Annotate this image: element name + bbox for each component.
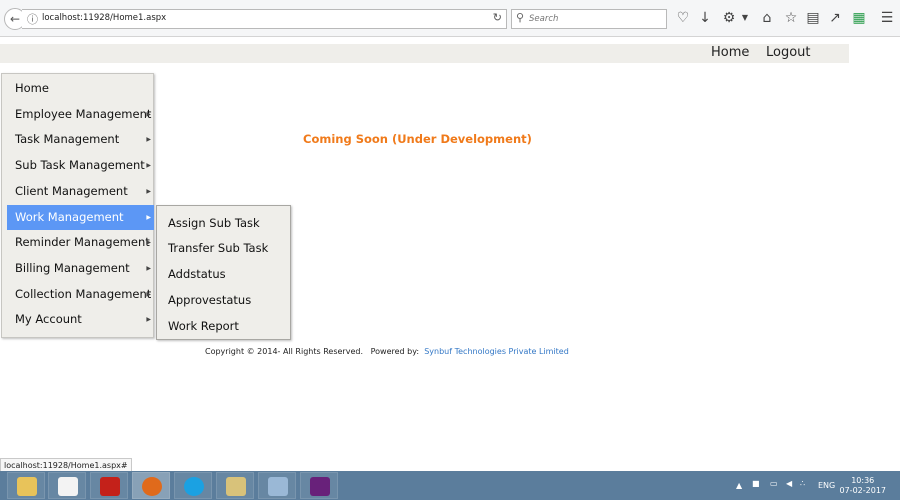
menu-item-work-management[interactable]: Work Management ▶ — [7, 204, 154, 230]
submenu-item-assign-sub-task[interactable]: Assign Sub Task — [168, 216, 260, 230]
menu-item-label: Sub Task Management — [15, 158, 145, 173]
menu-item-label: My Account — [15, 312, 82, 327]
taskbar-paint[interactable] — [258, 472, 296, 499]
menu-item-reminder-management[interactable]: Reminder Management ▶ — [7, 230, 154, 255]
chevron-right-icon: ▶ — [146, 187, 151, 195]
menu-item-label: Work Management — [15, 209, 124, 224]
file-explorer-icon — [17, 477, 37, 496]
submenu-item-transfer-sub-task[interactable]: Transfer Sub Task — [168, 241, 268, 255]
search-icon: ⚲ — [516, 11, 525, 24]
coming-soon-message: Coming Soon (Under Development) — [303, 132, 532, 146]
firefox-icon — [142, 477, 162, 496]
reload-icon[interactable]: ↻ — [493, 11, 502, 24]
submenu-item-work-report[interactable]: Work Report — [168, 319, 239, 333]
download-icon[interactable]: ↓ — [696, 9, 714, 27]
visual-studio-icon — [310, 477, 330, 496]
chevron-right-icon: ▶ — [146, 110, 151, 118]
taskbar-firefox[interactable] — [132, 472, 170, 499]
menu-item-billing-management[interactable]: Billing Management ▶ — [7, 256, 154, 281]
taskbar-skype[interactable] — [174, 472, 212, 499]
clock-date: 07-02-2017 — [839, 486, 887, 495]
url-text: localhost:11928/Home1.aspx — [42, 13, 167, 23]
work-management-submenu: Assign Sub Task Transfer Sub Task Addsta… — [156, 205, 291, 340]
copyright-text: Copyright © 2014- All Rights Reserved. — [205, 347, 363, 356]
menu-icon[interactable]: ☰ — [878, 9, 896, 27]
bookmark-star-icon[interactable]: ☆ — [782, 9, 800, 27]
menu-item-home[interactable]: Home — [7, 76, 154, 101]
browser-toolbar: ← ⓘ localhost:11928/Home1.aspx ↻ ⚲ Searc… — [0, 0, 900, 37]
menu-item-employee-management[interactable]: Employee Management ▶ — [7, 102, 154, 127]
chevron-right-icon: ▶ — [146, 136, 151, 144]
tray-app-icon[interactable]: ■ — [752, 479, 760, 488]
home-icon[interactable]: ⌂ — [758, 9, 776, 27]
chevron-right-icon: ▶ — [146, 162, 151, 170]
taskbar-visual-studio[interactable] — [300, 472, 338, 499]
menu-item-client-management[interactable]: Client Management ▶ — [7, 179, 154, 204]
clipboard-icon[interactable]: ▤ — [804, 9, 822, 27]
address-bar[interactable]: ⓘ localhost:11928/Home1.aspx ↻ — [22, 9, 507, 29]
dropdown-icon[interactable]: ▼ — [736, 9, 754, 27]
tray-expand-icon[interactable]: ▲ — [736, 481, 742, 490]
powered-by-text: Powered by: — [370, 347, 420, 356]
company-link[interactable]: Synbuf Technologies Private Limited — [424, 347, 569, 356]
footer: Copyright © 2014- All Rights Reserved. P… — [205, 347, 569, 356]
menu-item-label: Collection Management — [15, 286, 152, 301]
search-box[interactable]: ⚲ Search — [511, 9, 667, 29]
taskbar-file-explorer[interactable] — [7, 472, 45, 499]
pocket-icon[interactable]: ♡ — [674, 9, 692, 27]
menu-item-collection-management[interactable]: Collection Management ▶ — [7, 282, 154, 307]
taskbar-pdf-reader[interactable] — [90, 472, 128, 499]
info-icon[interactable]: ⓘ — [27, 11, 38, 27]
clock-time: 10:36 — [851, 476, 875, 485]
volume-icon[interactable]: ◀ — [786, 479, 792, 488]
menu-item-label: Billing Management — [15, 260, 130, 275]
clock[interactable]: 10:36 07-02-2017 — [840, 476, 887, 496]
menu-item-task-management[interactable]: Task Management ▶ — [7, 127, 154, 152]
chevron-right-icon: ▶ — [146, 213, 151, 221]
submenu-item-addstatus[interactable]: Addstatus — [168, 267, 226, 281]
system-tray: ▲ ■ ▭ ◀ ∴ ENG 10:36 07-02-2017 — [730, 471, 900, 500]
taskbar-tools[interactable] — [216, 472, 254, 499]
network-icon[interactable]: ∴ — [800, 479, 805, 488]
chevron-right-icon: ▶ — [146, 264, 151, 272]
menu-item-my-account[interactable]: My Account ▶ — [7, 307, 154, 332]
search-placeholder: Search — [529, 14, 559, 24]
menu-item-label: Home — [15, 81, 49, 95]
taskbar: ▲ ■ ▭ ◀ ∴ ENG 10:36 07-02-2017 — [0, 471, 900, 500]
nav-logout-link[interactable]: Logout — [766, 45, 811, 60]
menu-item-label: Reminder Management — [15, 235, 150, 250]
skype-icon — [184, 477, 204, 496]
pdf-reader-icon — [100, 477, 120, 496]
menu-item-label: Employee Management — [15, 106, 152, 121]
site-header: Home Logout — [0, 44, 849, 63]
nav-home-link[interactable]: Home — [711, 45, 749, 60]
chevron-right-icon: ▶ — [146, 290, 151, 298]
menu-item-sub-task-management[interactable]: Sub Task Management ▶ — [7, 153, 154, 178]
menu-item-label: Client Management — [15, 183, 128, 198]
pin-icon[interactable]: ↗ — [826, 9, 844, 27]
submenu-item-approvestatus[interactable]: Approvestatus — [168, 293, 251, 307]
battery-icon[interactable]: ▭ — [770, 479, 778, 488]
chevron-right-icon: ▶ — [146, 316, 151, 324]
chevron-right-icon: ▶ — [146, 239, 151, 247]
taskbar-tally[interactable] — [48, 472, 86, 499]
paint-icon — [268, 477, 288, 496]
menu-item-label: Task Management — [15, 132, 120, 147]
tools-icon — [226, 477, 246, 496]
language-indicator[interactable]: ENG — [818, 481, 835, 490]
tally-icon — [58, 477, 78, 496]
addon-icon[interactable]: ▦ — [850, 9, 868, 27]
